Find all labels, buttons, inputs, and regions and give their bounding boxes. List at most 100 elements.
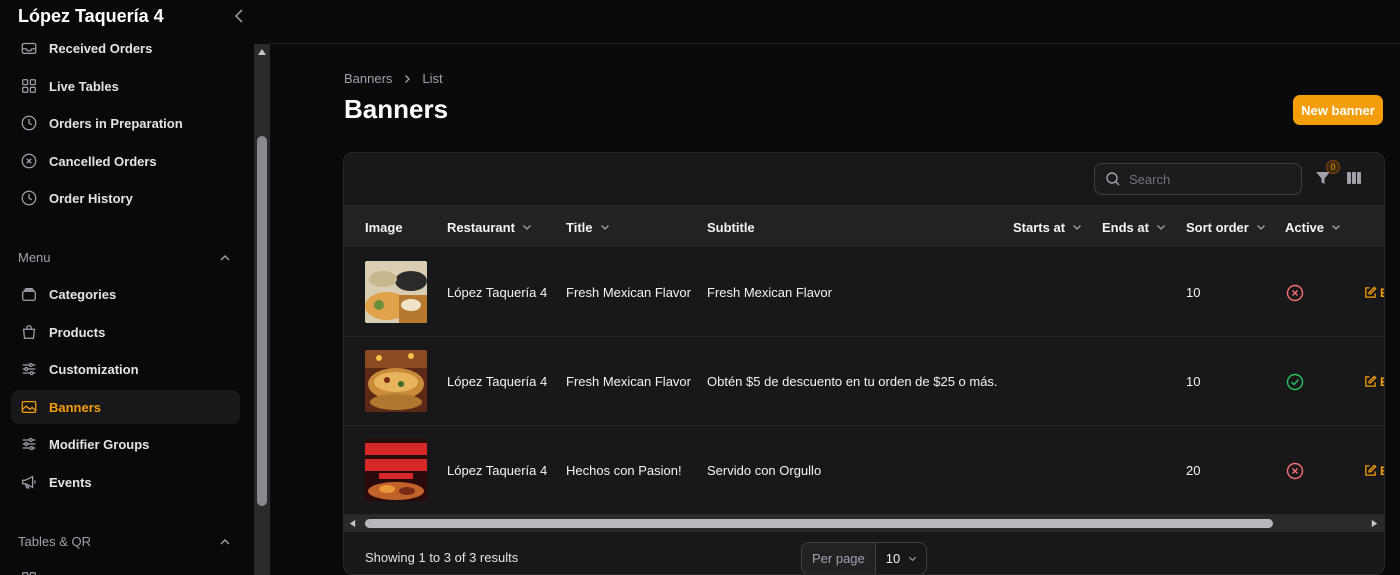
cell-subtitle: Fresh Mexican Flavor (707, 285, 832, 300)
sidebar-item-cancelled-orders[interactable]: Cancelled Orders (11, 144, 240, 178)
edit-link[interactable]: E (1364, 337, 1384, 426)
cell-sort-order: 10 (1186, 285, 1201, 300)
sidebar-scrollbar[interactable] (254, 44, 270, 575)
sidebar-item-label: Categories (49, 286, 117, 302)
sidebar-item-events[interactable]: Events (11, 465, 240, 499)
clock-icon (19, 188, 39, 208)
cell-active (1286, 426, 1304, 515)
filter-count-badge: 0 (1326, 160, 1340, 174)
clock-icon (19, 113, 39, 133)
page-title: Banners (344, 94, 449, 124)
brand-name: López Taquería 4 (18, 6, 164, 26)
sidebar-item-partial[interactable] (11, 562, 240, 575)
column-header-sort-order[interactable]: Sort order (1186, 206, 1267, 248)
grid-icon (19, 569, 39, 575)
table-horizontal-scrollbar[interactable] (344, 515, 1384, 532)
per-page-select[interactable]: Per page 10 (801, 542, 927, 574)
search-box[interactable] (1094, 163, 1302, 195)
banners-table-card: 0 Image Restaurant Title Subtitle Starts… (343, 152, 1385, 575)
cell-sort-order: 10 (1186, 374, 1201, 389)
table-row[interactable]: López Taquería 4 Hechos con Pasion! Serv… (344, 426, 1384, 515)
sidebar-item-modifier-groups[interactable]: Modifier Groups (11, 427, 240, 461)
sidebar-item-label: Received Orders (49, 40, 153, 56)
sidebar-item-label: Order History (49, 190, 133, 206)
cell-title: Hechos con Pasion! (566, 463, 682, 478)
grid-icon (19, 76, 39, 96)
sidebar-item-products[interactable]: Products (11, 315, 240, 349)
column-header-restaurant[interactable]: Restaurant (447, 206, 533, 248)
scroll-left-arrow-icon[interactable] (348, 519, 357, 528)
horizontal-scrollbar-thumb[interactable] (365, 519, 1273, 528)
columns-icon[interactable] (1345, 169, 1363, 187)
sidebar-item-order-history[interactable]: Order History (11, 181, 240, 215)
app: López Taquería 4 Received Orders Live Ta… (0, 0, 1400, 575)
edit-icon (1365, 375, 1377, 387)
shopping-bag-icon (19, 322, 39, 342)
sidebar-item-received-orders[interactable]: Received Orders (11, 31, 240, 65)
sidebar-item-customization[interactable]: Customization (11, 352, 240, 386)
sidebar-item-categories[interactable]: Categories (11, 277, 240, 311)
table-header: Image Restaurant Title Subtitle Starts a… (344, 205, 1384, 248)
scroll-right-arrow-icon[interactable] (1370, 519, 1379, 528)
sidebar-scrollbar-thumb[interactable] (257, 136, 267, 506)
sidebar-item-label: Events (49, 474, 92, 490)
column-header-ends-at[interactable]: Ends at (1102, 206, 1167, 248)
x-circle-icon (1286, 462, 1304, 479)
chevron-up-icon[interactable] (218, 251, 232, 265)
per-page-label: Per page (802, 543, 876, 574)
breadcrumb-parent[interactable]: Banners (344, 71, 392, 86)
sidebar-item-label: Products (49, 324, 106, 340)
megaphone-icon (19, 472, 39, 492)
cell-sort-order: 20 (1186, 463, 1201, 478)
sidebar-group-tables-qr[interactable]: Tables & QR (18, 534, 91, 549)
sidebar-item-banners[interactable]: Banners (11, 390, 240, 424)
banner-thumbnail (365, 261, 427, 323)
sidebar-item-label: Orders in Preparation (49, 115, 183, 131)
cell-restaurant: López Taquería 4 (447, 463, 548, 478)
scroll-up-arrow-icon[interactable] (257, 47, 267, 57)
chevron-down-icon (1157, 225, 1165, 230)
edit-link[interactable]: E (1364, 426, 1384, 515)
sliders-icon (19, 359, 39, 379)
column-header-title[interactable]: Title (566, 206, 611, 248)
sidebar-item-label: Modifier Groups (49, 436, 150, 452)
chevron-left-icon[interactable] (230, 6, 250, 26)
chevron-down-icon (600, 225, 609, 230)
inbox-icon (19, 38, 39, 58)
search-input[interactable] (1129, 171, 1289, 187)
edit-link[interactable]: E (1364, 248, 1384, 337)
sidebar-item-live-tables[interactable]: Live Tables (11, 69, 240, 103)
banner-thumbnail (365, 439, 427, 501)
column-header-subtitle: Subtitle (707, 219, 755, 235)
cell-active (1286, 337, 1304, 426)
new-banner-button[interactable]: New banner (1293, 95, 1383, 125)
chevron-down-icon (908, 556, 917, 562)
edit-icon (1365, 286, 1377, 298)
sidebar-item-label: Customization (49, 361, 139, 377)
table-row[interactable]: López Taquería 4 Fresh Mexican Flavor Ob… (344, 337, 1384, 426)
x-circle-icon (1286, 284, 1304, 301)
check-circle-icon (1286, 373, 1304, 390)
top-bar (270, 0, 1400, 44)
sliders-icon (19, 434, 39, 454)
pagination-summary: Showing 1 to 3 of 3 results (365, 550, 519, 565)
chevron-up-icon[interactable] (218, 535, 232, 549)
cell-active (1286, 248, 1304, 337)
per-page-value[interactable]: 10 (876, 551, 926, 566)
table-row[interactable]: López Taquería 4 Fresh Mexican Flavor Fr… (344, 248, 1384, 337)
cell-subtitle: Obtén $5 de descuento en tu orden de $25… (707, 374, 998, 389)
x-circle-icon (19, 151, 39, 171)
banner-thumbnail (365, 350, 427, 412)
chevron-right-icon (405, 74, 411, 83)
sidebar-item-label: Banners (49, 399, 102, 415)
sidebar-item-label: Live Tables (49, 78, 119, 94)
sidebar: López Taquería 4 Received Orders Live Ta… (0, 0, 254, 575)
column-header-image: Image (365, 219, 403, 235)
column-header-starts-at[interactable]: Starts at (1013, 206, 1083, 248)
chevron-down-icon (1332, 225, 1340, 230)
image-icon (19, 397, 39, 417)
sidebar-group-menu[interactable]: Menu (18, 250, 51, 265)
sidebar-item-orders-in-preparation[interactable]: Orders in Preparation (11, 106, 240, 140)
column-header-active[interactable]: Active (1285, 206, 1342, 248)
chevron-down-icon (1256, 225, 1265, 230)
